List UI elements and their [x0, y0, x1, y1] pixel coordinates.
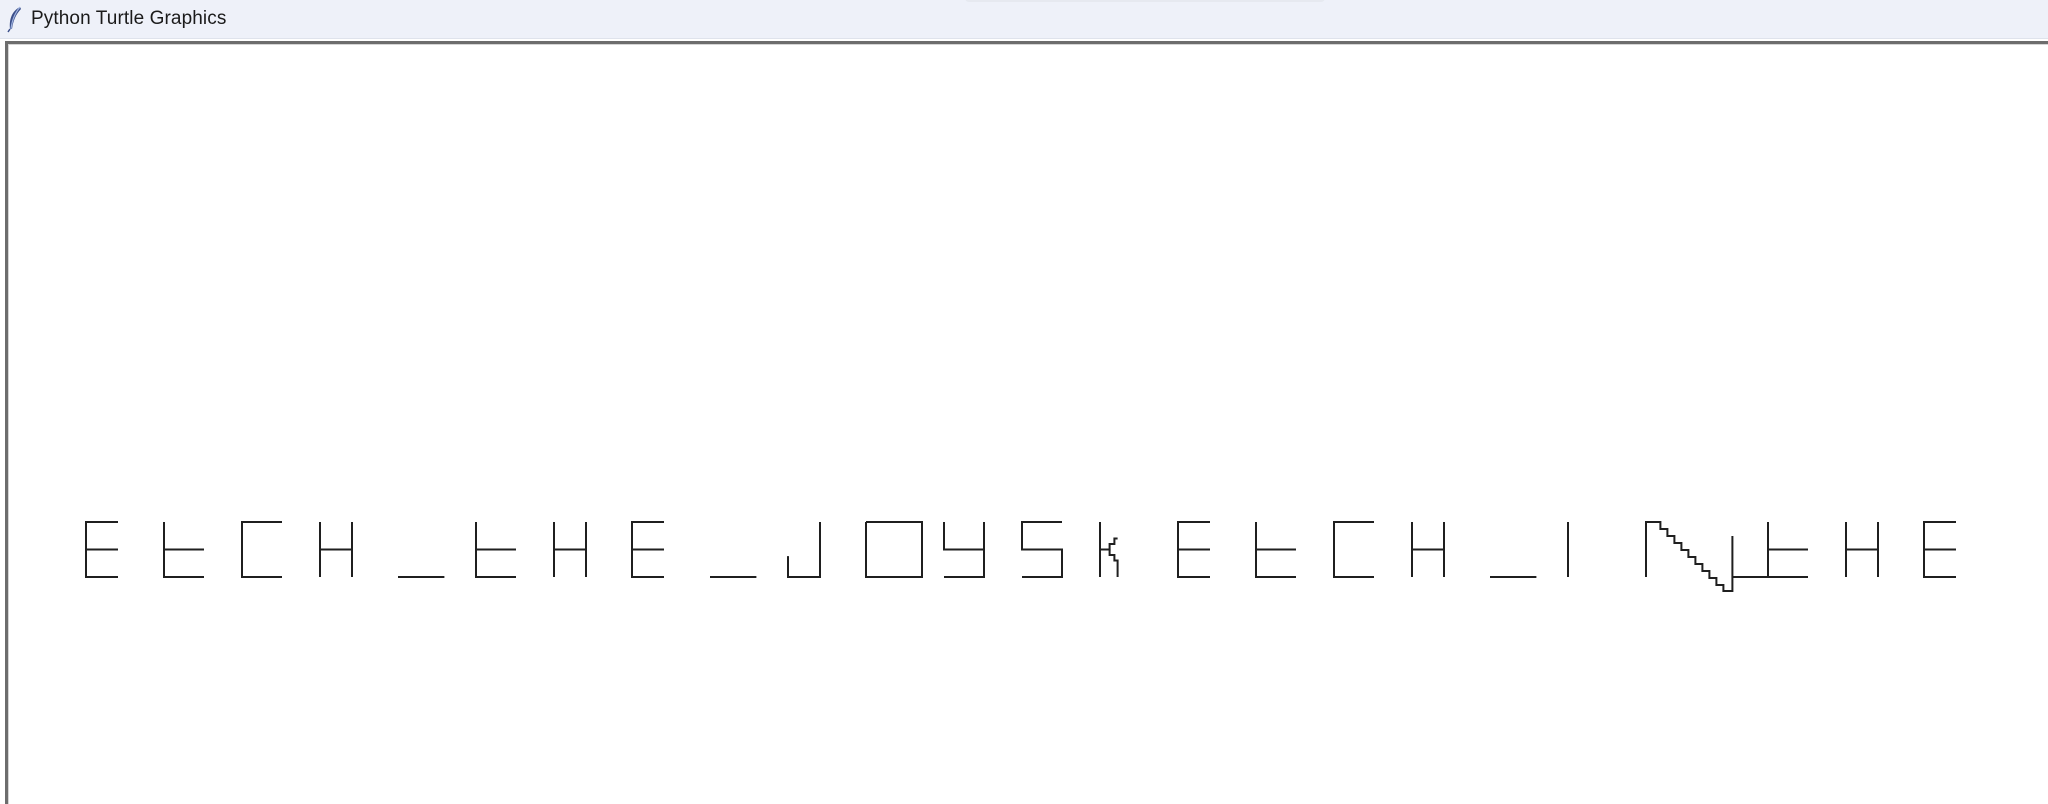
turtle-canvas[interactable]: [8, 44, 2048, 804]
glyph-h: [1845, 522, 1879, 577]
glyph-t: [1767, 522, 1808, 578]
glyph-c: [241, 521, 282, 578]
glyph-e: [631, 521, 664, 578]
turtle-canvas-frame: [5, 41, 2048, 804]
glyph-k: [1099, 522, 1119, 577]
glyph-h: [319, 522, 353, 577]
glyph-o: [865, 521, 923, 578]
glyph-t: [475, 522, 516, 578]
glyph-t: [1255, 522, 1296, 578]
glyph-h: [553, 522, 587, 577]
glyph-e: [85, 521, 118, 578]
glyph-y: [943, 522, 985, 578]
glyph-e: [1923, 521, 1956, 578]
glyph-h: [1411, 522, 1445, 577]
glyph-e: [1177, 521, 1210, 578]
glyph-n: [1645, 521, 1774, 592]
window-title: Python Turtle Graphics: [31, 8, 227, 29]
titlebar-decoration: [965, 0, 1325, 2]
glyph-s: [1021, 521, 1063, 578]
glyph-c: [1333, 521, 1374, 578]
glyph-j: [787, 522, 821, 578]
title-bar: Python Turtle Graphics: [0, 0, 2048, 39]
glyph-t: [163, 522, 204, 578]
feather-icon: [7, 6, 21, 33]
